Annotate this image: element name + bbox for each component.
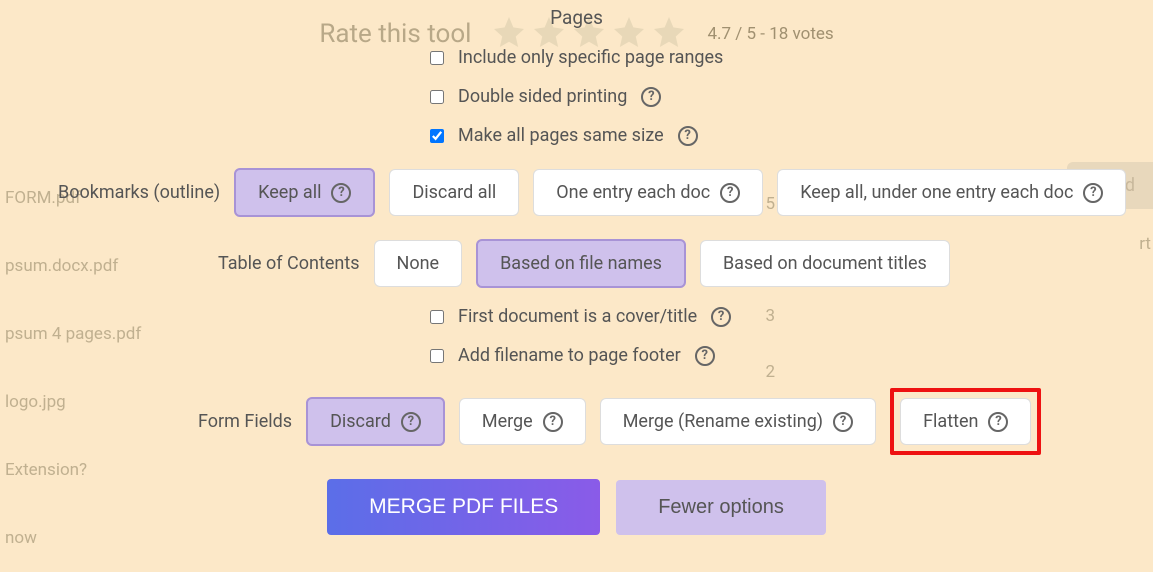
highlight-box: Flatten ?	[890, 388, 1041, 455]
form-merge-rename[interactable]: Merge (Rename existing) ?	[600, 398, 876, 445]
help-icon[interactable]: ?	[711, 307, 731, 327]
bookmarks-keep-all[interactable]: Keep all ?	[234, 168, 375, 217]
bookmarks-keep-under[interactable]: Keep all, under one entry each doc ?	[777, 169, 1126, 216]
double-sided-checkbox[interactable]	[430, 90, 444, 104]
help-icon[interactable]: ?	[988, 412, 1008, 432]
help-icon[interactable]: ?	[720, 183, 740, 203]
bookmarks-label: Bookmarks (outline)	[58, 182, 220, 203]
help-icon[interactable]: ?	[695, 346, 715, 366]
bookmarks-discard-all[interactable]: Discard all	[389, 169, 519, 216]
include-ranges-label: Include only specific page ranges	[458, 47, 723, 68]
toc-label: Table of Contents	[218, 253, 360, 274]
form-merge[interactable]: Merge ?	[459, 398, 586, 445]
help-icon[interactable]: ?	[1083, 183, 1103, 203]
cover-label: First document is a cover/title	[458, 306, 697, 327]
chip-label: Merge	[482, 411, 533, 432]
chip-label: Discard	[330, 411, 391, 432]
toc-titles[interactable]: Based on document titles	[700, 240, 950, 287]
chip-label: One entry each doc	[556, 182, 710, 203]
footer-label: Add filename to page footer	[458, 345, 681, 366]
chip-label: Keep all, under one entry each doc	[800, 182, 1073, 203]
chip-label: Merge (Rename existing)	[623, 411, 823, 432]
toc-none[interactable]: None	[374, 240, 463, 287]
chip-label: Keep all	[258, 182, 321, 203]
same-size-checkbox[interactable]	[430, 129, 444, 143]
help-icon[interactable]: ?	[543, 412, 563, 432]
form-discard[interactable]: Discard ?	[306, 397, 445, 446]
same-size-label: Make all pages same size	[458, 125, 664, 146]
cover-checkbox[interactable]	[430, 310, 444, 324]
help-icon[interactable]: ?	[833, 412, 853, 432]
form-fields-label: Form Fields	[198, 411, 292, 432]
bookmarks-one-entry[interactable]: One entry each doc ?	[533, 169, 763, 216]
double-sided-label: Double sided printing	[458, 86, 627, 107]
help-icon[interactable]: ?	[331, 183, 351, 203]
form-flatten[interactable]: Flatten ?	[900, 398, 1031, 445]
fewer-options-button[interactable]: Fewer options	[616, 480, 826, 535]
footer-checkbox[interactable]	[430, 349, 444, 363]
chip-label: Flatten	[923, 411, 978, 432]
pages-title: Pages	[0, 6, 1153, 29]
toc-filenames[interactable]: Based on file names	[476, 239, 686, 288]
help-icon[interactable]: ?	[401, 412, 421, 432]
merge-pdf-button[interactable]: MERGE PDF FILES	[327, 479, 600, 535]
include-ranges-checkbox[interactable]	[430, 51, 444, 65]
help-icon[interactable]: ?	[678, 126, 698, 146]
help-icon[interactable]: ?	[641, 87, 661, 107]
